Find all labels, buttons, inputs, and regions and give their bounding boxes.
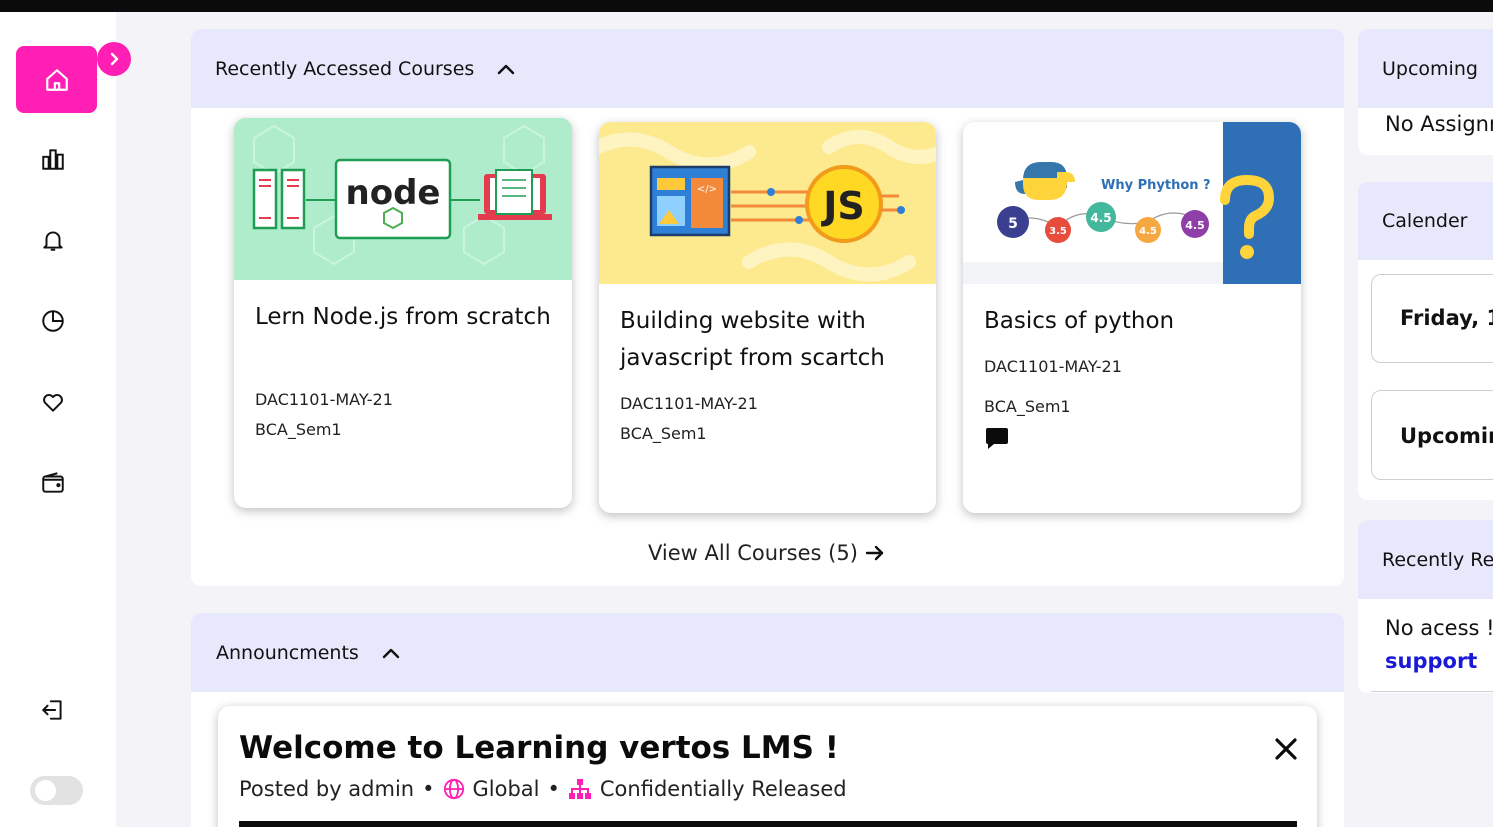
view-all-courses-link[interactable]: View All Courses (5) bbox=[648, 541, 886, 565]
calendar-date: Friday, 1 bbox=[1400, 306, 1493, 330]
logout-icon bbox=[42, 700, 62, 720]
course-title: Building website with javascript from sc… bbox=[620, 308, 885, 371]
recent-courses-panel: Recently Accessed Courses node Lern Node… bbox=[191, 29, 1344, 586]
collapse-button[interactable] bbox=[496, 62, 516, 76]
hierarchy-icon bbox=[568, 779, 591, 799]
recent-courses-title: Recently Accessed Courses bbox=[215, 57, 475, 80]
chat-button[interactable] bbox=[984, 427, 1010, 455]
home-icon bbox=[45, 68, 68, 91]
upcoming-empty-text: No Assignm bbox=[1385, 112, 1493, 136]
scope-label: Global bbox=[472, 777, 540, 801]
course-batch: BCA_Sem1 bbox=[255, 420, 342, 439]
sidebar-item-logout[interactable] bbox=[38, 695, 68, 725]
arrow-right-icon bbox=[865, 545, 884, 561]
heart-icon bbox=[43, 393, 63, 412]
view-all-label: View All Courses (5) bbox=[648, 541, 858, 565]
svg-text:4.5: 4.5 bbox=[1139, 226, 1157, 237]
collapse-button[interactable] bbox=[381, 646, 401, 660]
bar-chart-icon bbox=[42, 149, 64, 170]
separator-dot: • bbox=[422, 777, 435, 801]
course-card-python[interactable]: Why Phython ? 5 3.5 4.5 4.5 4.5 Basics o… bbox=[963, 122, 1301, 513]
close-button[interactable] bbox=[1273, 736, 1299, 762]
announcements-title: Announcments bbox=[216, 641, 359, 664]
sidebar-item-notifications[interactable] bbox=[38, 225, 68, 255]
chevron-right-icon bbox=[110, 52, 119, 66]
toggle-knob bbox=[35, 780, 56, 801]
course-code: DAC1101-MAY-21 bbox=[620, 394, 758, 413]
announcements-header: Announcments bbox=[191, 613, 1344, 692]
course-image-nodejs: node bbox=[234, 118, 572, 280]
announcement-banner bbox=[239, 821, 1297, 827]
recent-courses-header: Recently Accessed Courses bbox=[191, 29, 1344, 108]
chat-bubble-icon bbox=[986, 428, 1008, 449]
recently-read-panel: Recently Re No acess ! support bbox=[1358, 520, 1493, 693]
upcoming-panel: Upcoming No Assignm bbox=[1358, 29, 1493, 155]
recently-read-empty-text: No acess ! bbox=[1385, 616, 1493, 640]
bell-icon bbox=[43, 231, 63, 251]
posted-by: Posted by admin bbox=[239, 777, 415, 801]
svg-text:JS: JS bbox=[820, 184, 865, 228]
separator-dot: • bbox=[547, 777, 560, 801]
sidebar-item-wallet[interactable] bbox=[38, 468, 68, 498]
sidebar-item-analytics[interactable] bbox=[38, 306, 68, 336]
svg-text:4.5: 4.5 bbox=[1185, 219, 1205, 232]
upcoming-title: Upcoming bbox=[1382, 57, 1478, 80]
chevron-up-icon bbox=[382, 648, 400, 658]
close-icon bbox=[1275, 738, 1297, 760]
calendar-upcoming-box[interactable]: Upcomin bbox=[1371, 390, 1493, 480]
course-title: Basics of python bbox=[984, 308, 1175, 334]
sidebar bbox=[0, 12, 131, 827]
announcement-title: Welcome to Learning vertos LMS ! bbox=[239, 730, 839, 766]
course-batch: BCA_Sem1 bbox=[984, 397, 1071, 416]
top-bar bbox=[0, 0, 1493, 12]
course-batch: BCA_Sem1 bbox=[620, 424, 707, 443]
recently-read-header: Recently Re bbox=[1358, 520, 1493, 599]
announcement-card: Welcome to Learning vertos LMS ! Posted … bbox=[218, 706, 1317, 827]
announcements-panel: Announcments Welcome to Learning vertos … bbox=[191, 613, 1344, 827]
sidebar-item-favorites[interactable] bbox=[38, 387, 68, 417]
python-image-heading: Why Phython ? bbox=[1101, 178, 1211, 193]
calendar-upcoming: Upcomin bbox=[1400, 424, 1493, 448]
release-label: Confidentially Released bbox=[599, 777, 847, 801]
calendar-header: Calender bbox=[1358, 182, 1493, 260]
globe-icon bbox=[443, 778, 464, 800]
sidebar-expand-button[interactable] bbox=[97, 42, 131, 76]
calendar-panel: Calender Friday, 1 Upcomin bbox=[1358, 182, 1493, 500]
announcement-meta: Posted by admin • Global • Confidentiall… bbox=[239, 777, 847, 801]
course-code: DAC1101-MAY-21 bbox=[984, 357, 1122, 376]
svg-text:5: 5 bbox=[1008, 216, 1018, 232]
home-button[interactable] bbox=[16, 46, 97, 113]
upcoming-header: Upcoming bbox=[1358, 29, 1493, 108]
svg-text:</>: </> bbox=[697, 184, 717, 195]
calendar-date-box[interactable]: Friday, 1 bbox=[1371, 274, 1493, 363]
course-code: DAC1101-MAY-21 bbox=[255, 390, 393, 409]
course-title: Lern Node.js from scratch bbox=[255, 304, 551, 330]
pie-chart-icon bbox=[42, 310, 64, 332]
course-image-python: Why Phython ? 5 3.5 4.5 4.5 4.5 bbox=[963, 122, 1301, 284]
support-link[interactable]: support bbox=[1385, 649, 1477, 673]
svg-text:3.5: 3.5 bbox=[1049, 226, 1067, 237]
svg-text:4.5: 4.5 bbox=[1090, 211, 1111, 225]
wallet-icon bbox=[42, 472, 64, 493]
recently-read-title: Recently Re bbox=[1382, 548, 1493, 571]
course-card-nodejs[interactable]: node Lern Node.js from scratch DAC1101-M… bbox=[234, 118, 572, 508]
course-image-javascript: </> JS bbox=[599, 122, 936, 284]
chevron-up-icon bbox=[498, 64, 515, 74]
course-card-javascript[interactable]: </> JS Building website with javascript … bbox=[599, 122, 936, 513]
sidebar-item-reports[interactable] bbox=[38, 144, 68, 174]
calendar-title: Calender bbox=[1382, 210, 1468, 232]
theme-toggle[interactable] bbox=[30, 776, 83, 805]
